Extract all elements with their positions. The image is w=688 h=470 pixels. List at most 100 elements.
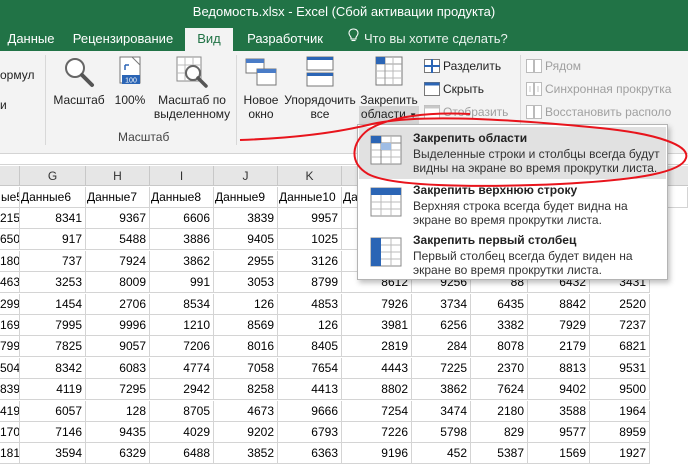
table-cell[interactable]: 284: [412, 336, 471, 358]
table-cell[interactable]: 2179: [528, 336, 590, 358]
table-cell[interactable]: 5488: [86, 229, 150, 251]
table-cell[interactable]: 3382: [471, 315, 528, 336]
table-cell[interactable]: 5798: [412, 422, 471, 443]
zoom-to-selection-button[interactable]: Масштаб по выделенному: [152, 55, 232, 121]
table-cell[interactable]: 126: [214, 293, 278, 315]
table-cell[interactable]: 4119: [20, 379, 86, 401]
table-cell[interactable]: 7058: [214, 357, 278, 379]
table-cell[interactable]: 1964: [590, 400, 650, 422]
table-cell[interactable]: 9202: [214, 422, 278, 443]
table-cell[interactable]: 650: [0, 229, 20, 251]
table-cell[interactable]: 7206: [150, 336, 214, 358]
tell-me-box[interactable]: Что вы хотите сделать?: [346, 28, 508, 51]
table-cell[interactable]: 2955: [214, 250, 278, 272]
table-cell[interactable]: 7926: [342, 293, 412, 315]
table-cell[interactable]: 504: [0, 357, 20, 379]
table-cell[interactable]: 8534: [150, 293, 214, 315]
table-cell[interactable]: 8405: [278, 336, 342, 358]
table-cell[interactable]: 829: [471, 422, 528, 443]
table-cell[interactable]: 9405: [214, 229, 278, 251]
freeze-first-column-item[interactable]: Закрепить первый столбец Первый столбец …: [359, 229, 666, 281]
table-cell[interactable]: 6083: [86, 357, 150, 379]
table-cell[interactable]: 4673: [214, 400, 278, 422]
header-cell[interactable]: Данные9: [214, 187, 278, 208]
table-cell[interactable]: 7624: [471, 379, 528, 401]
table-cell[interactable]: 3594: [20, 443, 86, 465]
freeze-panes-button[interactable]: Закрепить области ▼: [359, 55, 419, 123]
table-cell[interactable]: 8959: [590, 422, 650, 443]
table-cell[interactable]: 917: [20, 229, 86, 251]
table-cell[interactable]: 8342: [20, 357, 86, 379]
reset-window-position-button[interactable]: Восстановить располо: [526, 103, 688, 121]
table-cell[interactable]: 799: [0, 336, 20, 358]
table-cell[interactable]: 1569: [528, 443, 590, 465]
tab-developer[interactable]: Разработчик: [239, 28, 331, 51]
table-cell[interactable]: 8009: [86, 272, 150, 294]
table-cell[interactable]: 2706: [86, 293, 150, 315]
table-cell[interactable]: 2819: [342, 336, 412, 358]
zoom-button[interactable]: Масштаб: [51, 55, 107, 107]
table-cell[interactable]: 3886: [150, 229, 214, 251]
table-cell[interactable]: 3126: [278, 250, 342, 272]
sync-scroll-button[interactable]: Синхронная прокрутка: [526, 80, 688, 98]
table-cell[interactable]: 1927: [590, 443, 650, 465]
table-cell[interactable]: 9500: [590, 379, 650, 401]
table-cell[interactable]: 8842: [528, 293, 590, 315]
header-cell[interactable]: Данные7: [86, 187, 150, 208]
table-cell[interactable]: 8258: [214, 379, 278, 401]
header-cell[interactable]: ые5: [0, 187, 20, 208]
table-cell[interactable]: 6363: [278, 443, 342, 465]
table-cell[interactable]: 9057: [86, 336, 150, 358]
tab-review[interactable]: Рецензирование: [67, 28, 179, 51]
column-header[interactable]: [0, 166, 20, 186]
table-cell[interactable]: 3734: [412, 293, 471, 315]
table-cell[interactable]: 126: [278, 315, 342, 336]
table-cell[interactable]: 8705: [150, 400, 214, 422]
table-cell[interactable]: 7995: [20, 315, 86, 336]
table-cell[interactable]: 8799: [278, 272, 342, 294]
table-cell[interactable]: 7654: [278, 357, 342, 379]
table-cell[interactable]: 3981: [342, 315, 412, 336]
table-cell[interactable]: 9531: [590, 357, 650, 379]
table-cell[interactable]: 299: [0, 293, 20, 315]
table-cell[interactable]: 8341: [20, 208, 86, 229]
table-cell[interactable]: 8813: [528, 357, 590, 379]
table-cell[interactable]: 181: [0, 443, 20, 465]
table-cell[interactable]: 4774: [150, 357, 214, 379]
tab-view[interactable]: Вид: [185, 28, 233, 51]
table-cell[interactable]: 9996: [86, 315, 150, 336]
arrange-all-button[interactable]: Упорядочить все: [284, 55, 356, 121]
table-cell[interactable]: 2180: [471, 400, 528, 422]
table-cell[interactable]: 1210: [150, 315, 214, 336]
table-cell[interactable]: 9666: [278, 400, 342, 422]
table-cell[interactable]: 3474: [412, 400, 471, 422]
hide-button[interactable]: Скрыть: [424, 80, 519, 98]
column-header-h[interactable]: H: [86, 166, 150, 186]
freeze-panes-item[interactable]: Закрепить области Выделенные строки и ст…: [359, 127, 666, 179]
table-cell[interactable]: 8569: [214, 315, 278, 336]
headings-toggle-partial[interactable]: и: [0, 96, 20, 114]
table-cell[interactable]: 8016: [214, 336, 278, 358]
table-cell[interactable]: 7254: [342, 400, 412, 422]
table-cell[interactable]: 215: [0, 208, 20, 229]
table-cell[interactable]: 8802: [342, 379, 412, 401]
table-cell[interactable]: 6606: [150, 208, 214, 229]
zoom-100-button[interactable]: 100 100%: [110, 55, 150, 107]
tab-data[interactable]: Данные: [0, 28, 62, 51]
table-cell[interactable]: 169: [0, 315, 20, 336]
table-cell[interactable]: 128: [86, 400, 150, 422]
table-cell[interactable]: 3588: [528, 400, 590, 422]
table-cell[interactable]: 6488: [150, 443, 214, 465]
table-cell[interactable]: 3862: [150, 250, 214, 272]
table-cell[interactable]: 3852: [214, 443, 278, 465]
table-cell[interactable]: 452: [412, 443, 471, 465]
table-cell[interactable]: 2370: [471, 357, 528, 379]
freeze-top-row-item[interactable]: Закрепить верхнюю строку Верхняя строка …: [359, 179, 666, 231]
table-cell[interactable]: 4413: [278, 379, 342, 401]
table-cell[interactable]: 1025: [278, 229, 342, 251]
table-cell[interactable]: 3839: [214, 208, 278, 229]
table-cell[interactable]: 7929: [528, 315, 590, 336]
table-cell[interactable]: 4853: [278, 293, 342, 315]
table-cell[interactable]: 3862: [412, 379, 471, 401]
table-cell[interactable]: 170: [0, 422, 20, 443]
